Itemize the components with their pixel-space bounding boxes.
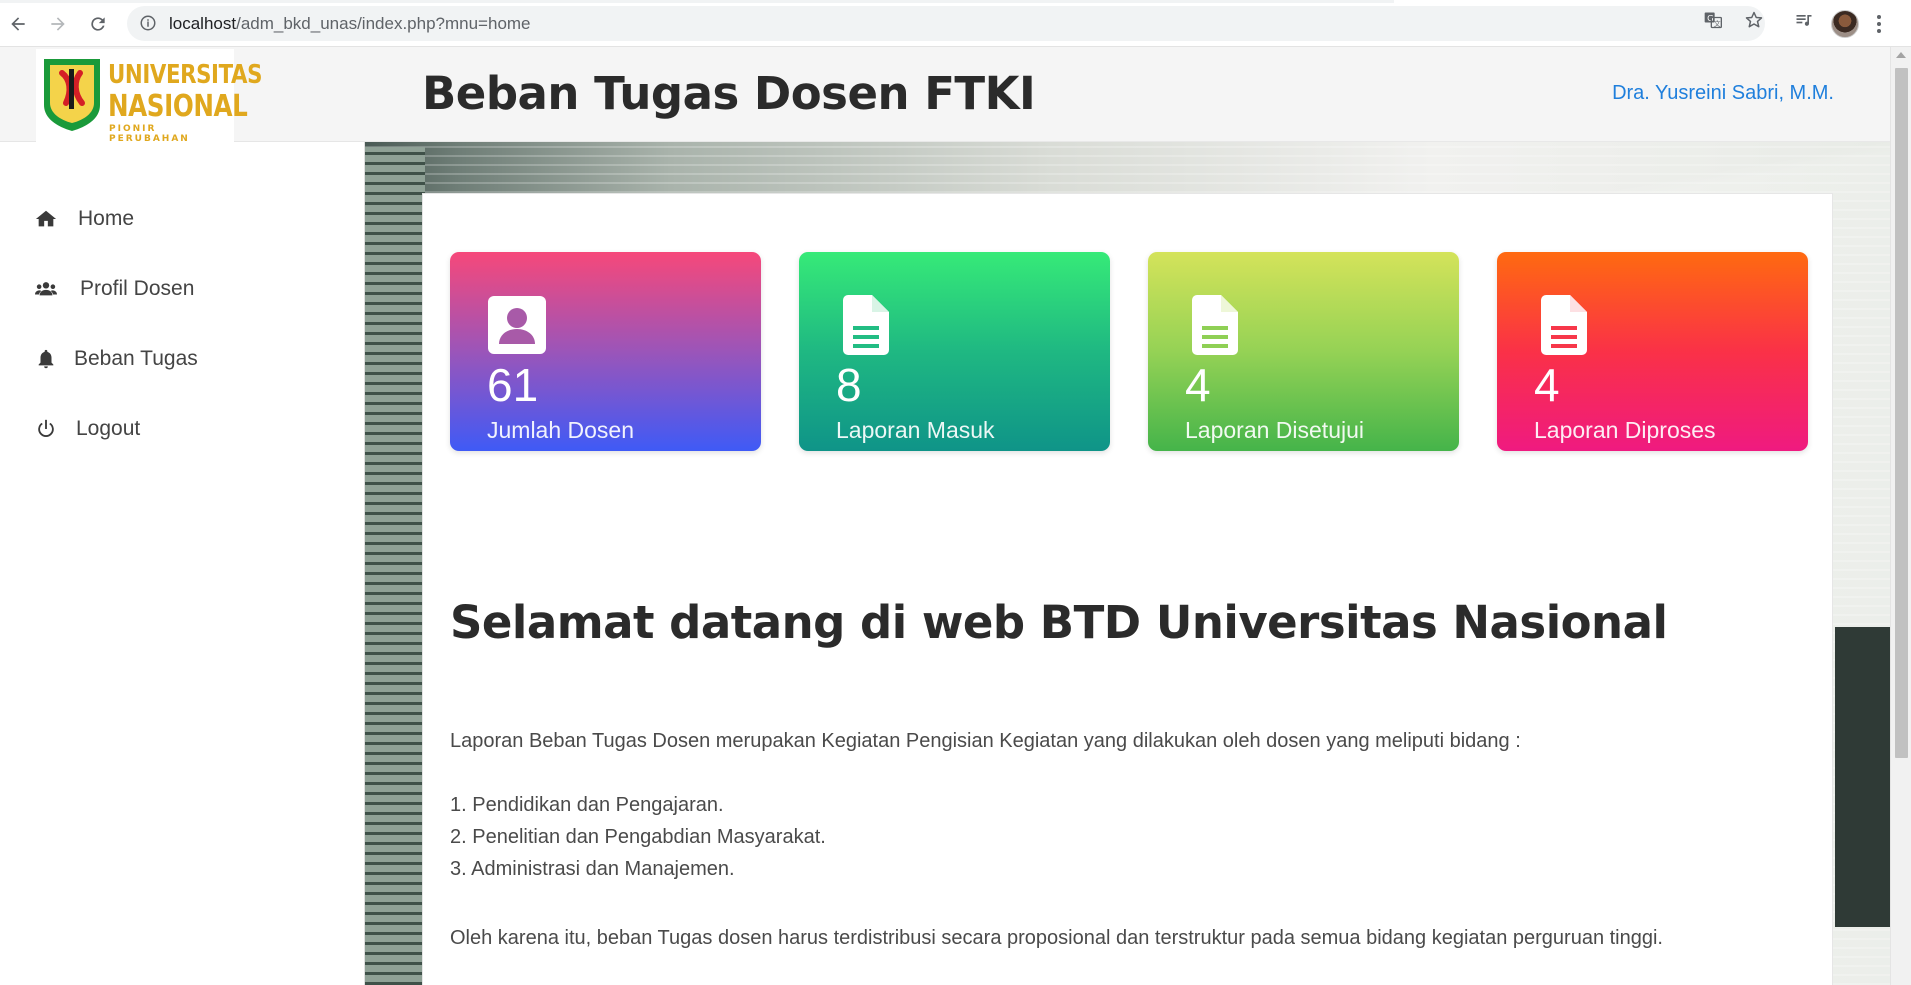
sidebar-item-logout[interactable]: Logout [0,417,365,441]
background-sign [1835,627,1890,927]
main-content-card: 61 Jumlah Dosen 8 Laporan Masuk 4 Lapora… [422,193,1833,985]
power-icon [34,417,58,441]
page-scrollbar[interactable] [1890,47,1911,985]
stat-value: 61 [487,359,539,411]
sidebar-item-label: Home [78,207,135,230]
stat-label: Laporan Masuk [836,417,995,443]
page-header: Beban Tugas Dosen FTKI Dra. Yusreini Sab… [365,47,1890,142]
stat-label: Laporan Disetujui [1185,417,1365,443]
media-queue-icon[interactable] [1793,9,1815,31]
stat-value: 4 [1534,359,1560,411]
logo-tagline: PIONIR PERUBAHAN [109,124,190,144]
document-icon [1184,294,1246,356]
page-title: Beban Tugas Dosen FTKI [422,67,1036,120]
scroll-up-arrow-icon[interactable] [1896,52,1906,58]
closing-paragraph: Oleh karena itu, beban Tugas dosen harus… [450,927,1663,949]
reload-icon[interactable] [84,10,112,38]
page-load-progress [0,0,1394,3]
forward-arrow-icon[interactable] [44,10,72,38]
scrollbar-thumb[interactable] [1895,68,1908,758]
star-icon[interactable] [1743,9,1765,31]
back-arrow-icon[interactable] [4,10,32,38]
translate-icon[interactable]: G文 [1702,9,1724,31]
menu-kebab-icon[interactable] [1872,12,1886,36]
sidebar-item-home[interactable]: Home [0,207,365,231]
welcome-heading: Selamat datang di web BTD Universitas Na… [450,596,1668,649]
logo-title-line1: UNIVERSITAS [108,60,263,90]
logo-title-line2: NASIONAL [108,89,248,124]
address-bar[interactable]: localhost/adm_bkd_unas/index.php?mnu=hom… [127,6,1765,41]
sidebar-menu: Home Profil Dosen Beban Tugas Logout [0,207,365,487]
sidebar-item-label: Logout [76,417,141,440]
sidebar-item-profil-dosen[interactable]: Profil Dosen [0,277,365,301]
intro-paragraph: Laporan Beban Tugas Dosen merupakan Kegi… [450,730,1521,752]
sidebar-item-label: Beban Tugas [74,347,198,370]
url-text: localhost/adm_bkd_unas/index.php?mnu=hom… [169,14,531,33]
svg-text:文: 文 [1714,19,1721,28]
list-item: 3. Administrasi dan Manajemen. [450,858,735,880]
home-icon [34,207,58,231]
crest-icon [44,59,100,131]
document-icon [835,294,897,356]
users-icon [34,277,58,301]
background-building [365,147,425,985]
stat-card-laporan-diproses[interactable]: 4 Laporan Diproses [1497,252,1808,451]
profile-avatar[interactable] [1831,10,1859,38]
stat-value: 8 [836,359,862,411]
sidebar-item-label: Profil Dosen [80,277,195,300]
web-page: UNIVERSITAS NASIONAL PIONIR PERUBAHAN Ho… [0,47,1890,985]
stat-card-laporan-disetujui[interactable]: 4 Laporan Disetujui [1148,252,1459,451]
user-name-link[interactable]: Dra. Yusreini Sabri, M.M. [1612,82,1834,105]
list-item: 2. Penelitian dan Pengabdian Masyarakat. [450,826,826,848]
logo-area: UNIVERSITAS NASIONAL PIONIR PERUBAHAN [0,47,365,144]
user-card-icon [486,294,548,356]
browser-toolbar: localhost/adm_bkd_unas/index.php?mnu=hom… [0,0,1911,47]
document-icon [1533,294,1595,356]
stat-label: Jumlah Dosen [487,417,635,443]
info-icon[interactable] [139,14,157,32]
sidebar-item-beban-tugas[interactable]: Beban Tugas [0,347,365,371]
stat-value: 4 [1185,359,1211,411]
bell-icon [34,347,58,371]
university-logo[interactable]: UNIVERSITAS NASIONAL PIONIR PERUBAHAN [36,49,263,144]
stat-card-laporan-masuk[interactable]: 8 Laporan Masuk [799,252,1110,451]
sidebar: UNIVERSITAS NASIONAL PIONIR PERUBAHAN Ho… [0,47,365,985]
stat-label: Laporan Diproses [1534,417,1716,443]
stat-card-jumlah-dosen[interactable]: 61 Jumlah Dosen [450,252,761,451]
list-item: 1. Pendidikan dan Pengajaran. [450,794,724,816]
